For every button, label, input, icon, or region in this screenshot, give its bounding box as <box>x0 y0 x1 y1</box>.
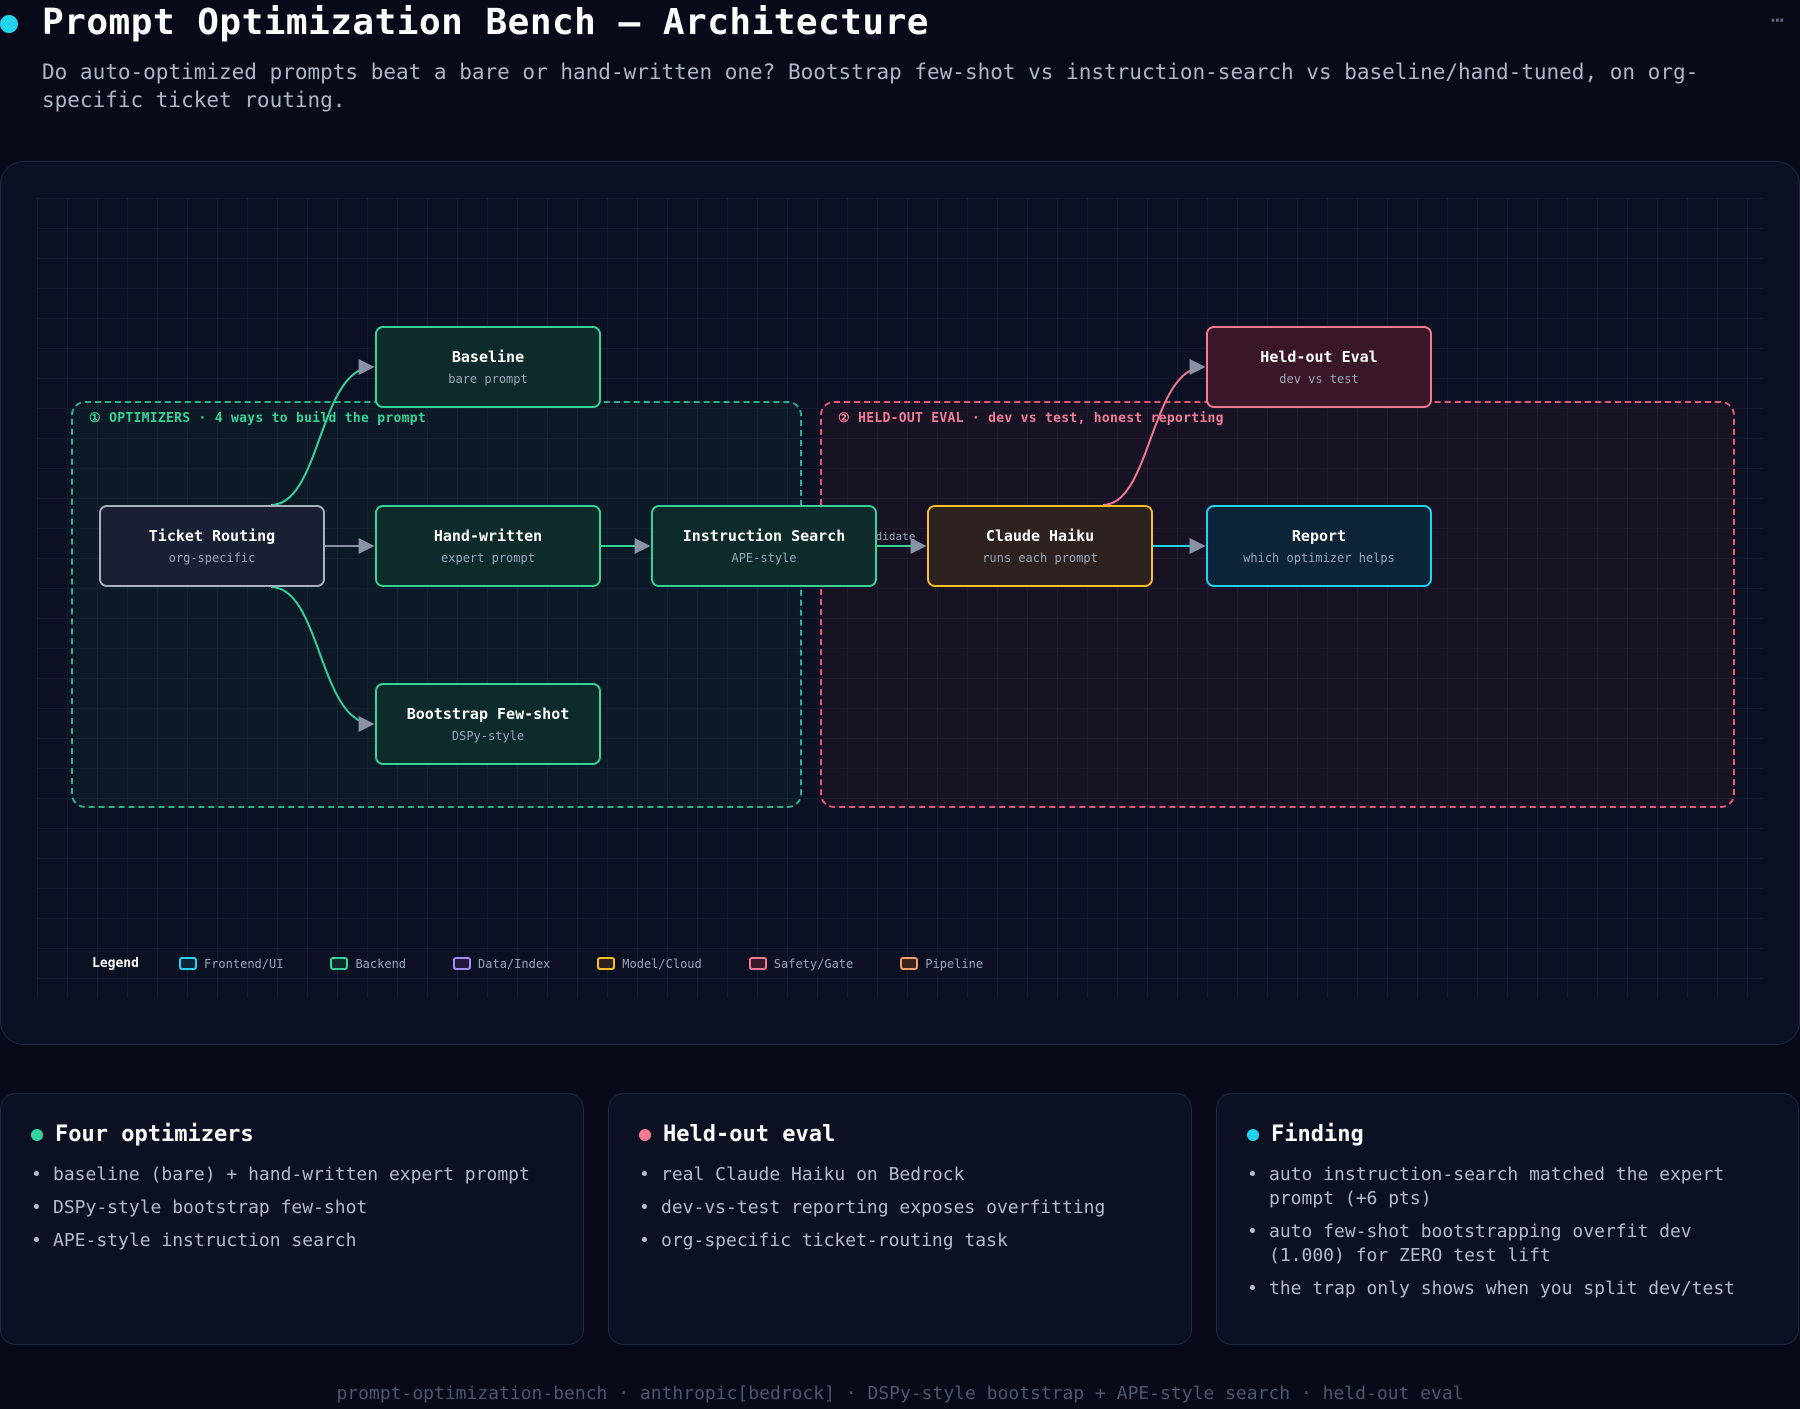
card-title: Held-out eval <box>663 1122 836 1147</box>
card-finding: Finding • auto instruction-search matched… <box>1216 1093 1799 1345</box>
list-item: • org-specific ticket-routing task <box>639 1230 1008 1251</box>
node-title: Baseline <box>451 347 525 366</box>
card-bullet-list: • real Claude Haiku on Bedrock • dev-vs-te… <box>639 1163 1161 1253</box>
legend-label: Backend <box>355 956 407 971</box>
card-status-dot <box>1247 1128 1259 1141</box>
node-held-out-eval[interactable]: Held-out Eval dev vs test <box>1206 326 1432 408</box>
edge-ticket-bootstrap <box>270 586 375 732</box>
card-title: Finding <box>1271 1122 1364 1147</box>
card-header: Finding <box>1247 1122 1768 1147</box>
diagram-edges <box>270 359 1206 732</box>
node-subtitle: APE-style <box>731 550 797 565</box>
node-title: Claude Haiku <box>985 526 1095 545</box>
legend-swatch <box>597 957 616 970</box>
architecture-diagram-panel: ① OPTIMIZERS · 4 ways to build the promp… <box>0 161 1800 1045</box>
node-subtitle: runs each prompt <box>982 550 1098 565</box>
legend-label: Frontend/UI <box>203 956 284 971</box>
title-status-dot <box>0 15 18 33</box>
card-bullet-list: • baseline (bare) + hand-written expert p… <box>31 1163 553 1253</box>
list-item: • auto few-shot bootstrapping overfit dev… <box>1247 1221 1692 1266</box>
more-horizontal-icon[interactable]: ⋯ <box>1771 8 1786 33</box>
list-item: • dev-vs-test reporting exposes overfitti… <box>639 1197 1106 1218</box>
node-subtitle: bare prompt <box>448 371 528 386</box>
node-bootstrap-few-shot[interactable]: Bootstrap Few-shot DSPy-style <box>375 683 601 765</box>
node-title: Hand-written <box>433 526 543 545</box>
legend-swatch <box>178 957 197 970</box>
card-title: Four optimizers <box>55 1122 254 1147</box>
list-item: • APE-style instruction search <box>31 1230 357 1251</box>
card-header: Held-out eval <box>639 1122 1161 1147</box>
legend: Legend Frontend/UI Backend Data/Index Mo… <box>92 956 1030 971</box>
card-header: Four optimizers <box>31 1122 553 1147</box>
legend-swatch <box>900 957 919 970</box>
node-ticket-routing[interactable]: Ticket Routing org-specific <box>99 505 325 587</box>
node-claude-haiku[interactable]: Claude Haiku runs each prompt <box>927 505 1153 587</box>
card-bullet-list: • auto instruction-search matched the exp… <box>1247 1163 1768 1301</box>
node-subtitle: which optimizer helps <box>1243 550 1395 565</box>
page-footer: prompt-optimization-bench · anthropic[be… <box>336 1383 1464 1404</box>
node-subtitle: DSPy-style <box>451 728 525 743</box>
legend-item-backend: Backend <box>330 957 406 971</box>
legend-item-frontend: Frontend/UI <box>178 956 284 971</box>
edge-ticket-baseline <box>270 359 375 506</box>
card-status-dot <box>31 1128 43 1141</box>
legend-swatch <box>748 957 767 970</box>
legend-item-model: Model/Cloud <box>597 956 702 971</box>
page-subtitle: Do auto-optimized prompts beat a bare or… <box>42 60 1699 112</box>
node-title: Held-out Eval <box>1260 347 1378 366</box>
legend-item-safety: Safety/Gate <box>748 956 854 971</box>
node-title: Report <box>1291 526 1347 545</box>
legend-title: Legend <box>92 956 139 971</box>
list-item: • the trap only shows when you split dev/… <box>1247 1278 1735 1299</box>
node-report[interactable]: Report which optimizer helps <box>1206 505 1432 587</box>
list-item: • real Claude Haiku on Bedrock <box>639 1164 965 1185</box>
list-item: • DSPy-style bootstrap few-shot <box>31 1197 368 1218</box>
node-subtitle: expert prompt <box>441 550 535 565</box>
list-item: • baseline (bare) + hand-written expert p… <box>31 1164 530 1185</box>
legend-item-data: Data/Index <box>453 957 550 971</box>
card-status-dot <box>639 1128 651 1141</box>
card-four-optimizers: Four optimizers • baseline (bare) + hand-… <box>0 1093 584 1345</box>
list-item: • auto instruction-search matched the exp… <box>1247 1164 1725 1209</box>
legend-swatch <box>330 957 349 970</box>
legend-label: Safety/Gate <box>773 956 854 971</box>
legend-label: Model/Cloud <box>622 956 702 971</box>
legend-label: Data/Index <box>478 956 551 971</box>
node-hand-written[interactable]: Hand-written expert prompt <box>375 505 601 587</box>
node-subtitle: org-specific <box>168 550 256 565</box>
node-baseline[interactable]: Baseline bare prompt <box>375 326 601 408</box>
node-instruction-search[interactable]: Instruction Search APE-style <box>651 505 877 587</box>
edge-haiku-heldout <box>1102 359 1206 506</box>
page-title: Prompt Optimization Bench — Architecture <box>42 2 929 43</box>
node-title: Instruction Search <box>682 526 846 545</box>
legend-label: Pipeline <box>925 956 984 971</box>
node-title: Bootstrap Few-shot <box>406 704 570 723</box>
node-subtitle: dev vs test <box>1279 371 1359 386</box>
legend-swatch <box>453 957 472 970</box>
legend-item-pipeline: Pipeline <box>900 957 983 971</box>
node-title: Ticket Routing <box>148 526 276 545</box>
card-held-out-eval: Held-out eval • real Claude Haiku on Bedr… <box>608 1093 1192 1345</box>
edge-label-candidates: ndidate <box>869 530 916 543</box>
